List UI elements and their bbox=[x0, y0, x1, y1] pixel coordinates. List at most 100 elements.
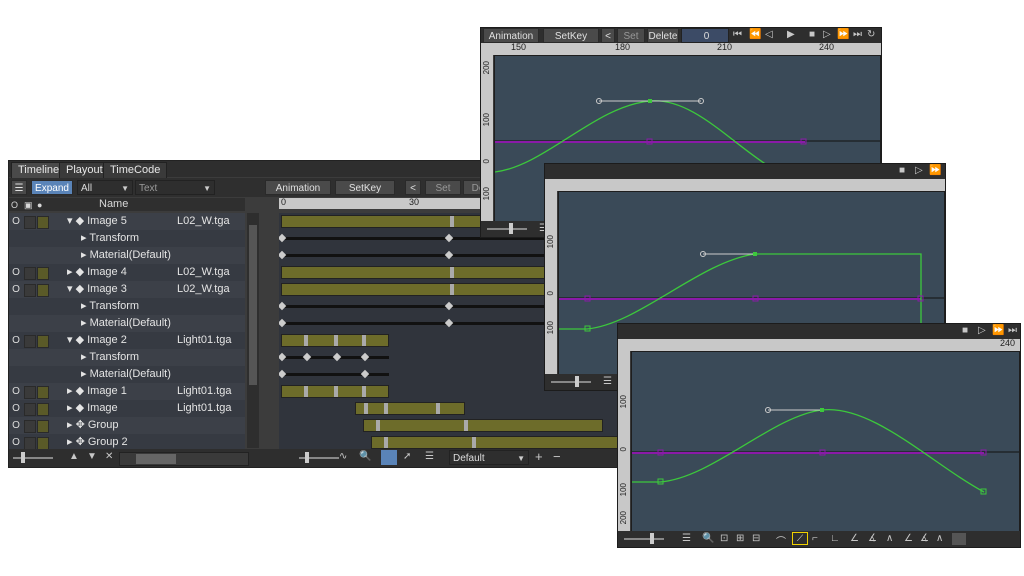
preset-dropdown[interactable]: Default ▼ bbox=[449, 450, 529, 465]
tree-h-scrollbar[interactable] bbox=[119, 452, 249, 466]
move-down-icon[interactable]: ▼ bbox=[87, 451, 97, 462]
curve-icon[interactable]: ∿ bbox=[339, 451, 347, 462]
tree-row[interactable]: O ▸ ◆ Image 1 Light01.tga bbox=[9, 383, 245, 400]
stop-icon[interactable]: ■ bbox=[899, 165, 905, 176]
lock-icon[interactable] bbox=[24, 216, 36, 229]
tree-row[interactable]: O ▸ ◆ Image 4 L02_W.tga bbox=[9, 264, 245, 281]
key-marker[interactable] bbox=[464, 420, 468, 431]
lock-icon[interactable] bbox=[24, 284, 36, 297]
animation-button[interactable]: Animation bbox=[265, 180, 331, 195]
keyframe-diamond[interactable] bbox=[279, 233, 287, 243]
list-icon[interactable]: ☰ bbox=[425, 451, 434, 462]
expand-button[interactable]: Expand bbox=[31, 180, 73, 195]
tangent-flat-icon[interactable]: ∧ bbox=[886, 533, 893, 544]
keyframe-diamond[interactable] bbox=[279, 369, 287, 379]
key-marker[interactable] bbox=[334, 335, 338, 346]
visibility-icon[interactable]: O bbox=[11, 437, 21, 448]
tree-row[interactable]: O ▸ ✥ Group bbox=[9, 417, 245, 434]
key-marker[interactable] bbox=[304, 386, 308, 397]
key-marker[interactable] bbox=[472, 437, 476, 448]
key-marker[interactable] bbox=[362, 386, 366, 397]
tree-row[interactable]: ▸ Material(Default) bbox=[9, 366, 245, 383]
tangent-auto-icon[interactable]: ∧ bbox=[936, 533, 943, 544]
graph-zoom-slider[interactable] bbox=[551, 381, 591, 383]
plus-icon[interactable]: + bbox=[535, 449, 543, 464]
key-marker[interactable] bbox=[384, 403, 388, 414]
collapse-arrow-icon[interactable]: ▾ ◆ bbox=[67, 215, 87, 227]
lock-icon[interactable] bbox=[24, 386, 36, 399]
frame-input[interactable]: 0 bbox=[681, 28, 729, 43]
visibility-icon[interactable]: O bbox=[11, 267, 21, 278]
tree-row[interactable]: ▸ Transform bbox=[9, 349, 245, 366]
clip-bar[interactable] bbox=[371, 436, 619, 449]
visibility-icon[interactable]: O bbox=[11, 284, 21, 295]
fast-forward-icon[interactable]: ⏩ bbox=[992, 325, 1004, 336]
text-search-field[interactable]: Text ▼ bbox=[135, 180, 215, 195]
go-start-icon[interactable]: ⏮ bbox=[733, 29, 742, 40]
keyframe-diamond[interactable] bbox=[302, 352, 312, 362]
frame-icon[interactable]: ⊟ bbox=[752, 533, 760, 544]
graph-zoom-slider[interactable] bbox=[487, 228, 527, 230]
key-marker[interactable] bbox=[304, 335, 308, 346]
key-marker[interactable] bbox=[364, 403, 368, 414]
graph-h-scrollbar[interactable] bbox=[952, 533, 966, 545]
tree-row[interactable]: O ▾ ◆ Image 2 Light01.tga bbox=[9, 332, 245, 349]
keyframe-diamond[interactable] bbox=[444, 233, 454, 243]
fit-all-icon[interactable]: ⊞ bbox=[736, 533, 744, 544]
tree-row[interactable]: ▸ Transform bbox=[9, 230, 245, 247]
select-arrow-icon[interactable] bbox=[381, 450, 397, 465]
clip-bar[interactable] bbox=[281, 266, 561, 279]
visibility-icon[interactable]: O bbox=[11, 420, 21, 431]
tangent-out-icon[interactable]: ∡ bbox=[868, 533, 877, 544]
list-icon[interactable]: ☰ bbox=[682, 533, 691, 544]
keyframe-point[interactable] bbox=[820, 408, 824, 412]
key-marker[interactable] bbox=[436, 403, 440, 414]
color-swatch[interactable] bbox=[37, 267, 49, 280]
key-marker[interactable] bbox=[450, 284, 454, 295]
stop-icon[interactable]: ■ bbox=[962, 325, 968, 336]
color-swatch[interactable] bbox=[37, 386, 49, 399]
visibility-icon[interactable]: O bbox=[11, 216, 21, 227]
zoom-slider[interactable] bbox=[13, 457, 53, 459]
move-up-icon[interactable]: ▲ bbox=[69, 451, 79, 462]
visibility-icon[interactable]: O bbox=[11, 403, 21, 414]
keyframe-diamond[interactable] bbox=[360, 369, 370, 379]
color-swatch[interactable] bbox=[37, 216, 49, 229]
graph-zoom-slider[interactable] bbox=[624, 538, 664, 540]
fast-forward-icon[interactable]: ⏩ bbox=[837, 29, 849, 40]
tree-row[interactable]: O ▾ ◆ Image 5 L02_W.tga bbox=[9, 213, 245, 230]
linear-tangent-icon[interactable]: ⟋ bbox=[792, 532, 808, 545]
visibility-icon[interactable]: O bbox=[11, 335, 21, 346]
expand-arrow-icon[interactable]: ▸ bbox=[81, 368, 90, 380]
magnifier-icon[interactable]: 🔍 bbox=[359, 451, 371, 462]
tangent-break-icon[interactable]: ∠ bbox=[904, 533, 913, 544]
minus-icon[interactable]: − bbox=[553, 449, 561, 464]
expand-arrow-icon[interactable]: ▸ bbox=[81, 249, 90, 261]
setkey-button[interactable]: SetKey bbox=[335, 180, 395, 195]
collapse-arrow-icon[interactable]: ▾ ◆ bbox=[67, 283, 87, 295]
clip-bar[interactable] bbox=[281, 283, 561, 296]
smooth-tangent-icon[interactable]: ⌒ bbox=[776, 533, 786, 547]
step-forward-icon[interactable]: ▷ bbox=[978, 325, 986, 336]
color-swatch[interactable] bbox=[37, 403, 49, 416]
visibility-icon[interactable]: O bbox=[11, 386, 21, 397]
filter-dropdown[interactable]: All ▼ bbox=[77, 180, 133, 195]
tree-scrollbar[interactable] bbox=[247, 213, 259, 448]
graph-zoom-thumb[interactable] bbox=[509, 223, 513, 234]
track-zoom-thumb[interactable] bbox=[305, 452, 309, 463]
close-icon[interactable]: ✕ bbox=[105, 451, 113, 462]
animation-curve[interactable] bbox=[632, 409, 985, 493]
tree-row[interactable]: ▸ Material(Default) bbox=[9, 315, 245, 332]
go-end-icon[interactable]: ⏭ bbox=[853, 29, 862, 40]
tangent-in-icon[interactable]: ∠ bbox=[850, 533, 859, 544]
group-icon[interactable]: ▸ ✥ bbox=[67, 419, 88, 431]
graph-plot[interactable] bbox=[631, 351, 1020, 533]
lock-icon[interactable] bbox=[24, 335, 36, 348]
keyframe-diamond[interactable] bbox=[360, 352, 370, 362]
lock-icon[interactable] bbox=[24, 267, 36, 280]
keyframe-diamond[interactable] bbox=[332, 352, 342, 362]
add-select-icon[interactable]: ➚ bbox=[403, 451, 411, 462]
expand-arrow-icon[interactable]: ▸ ◆ bbox=[67, 385, 87, 397]
group-icon[interactable]: ▸ ✥ bbox=[67, 436, 88, 448]
keyframe-diamond[interactable] bbox=[279, 301, 287, 311]
